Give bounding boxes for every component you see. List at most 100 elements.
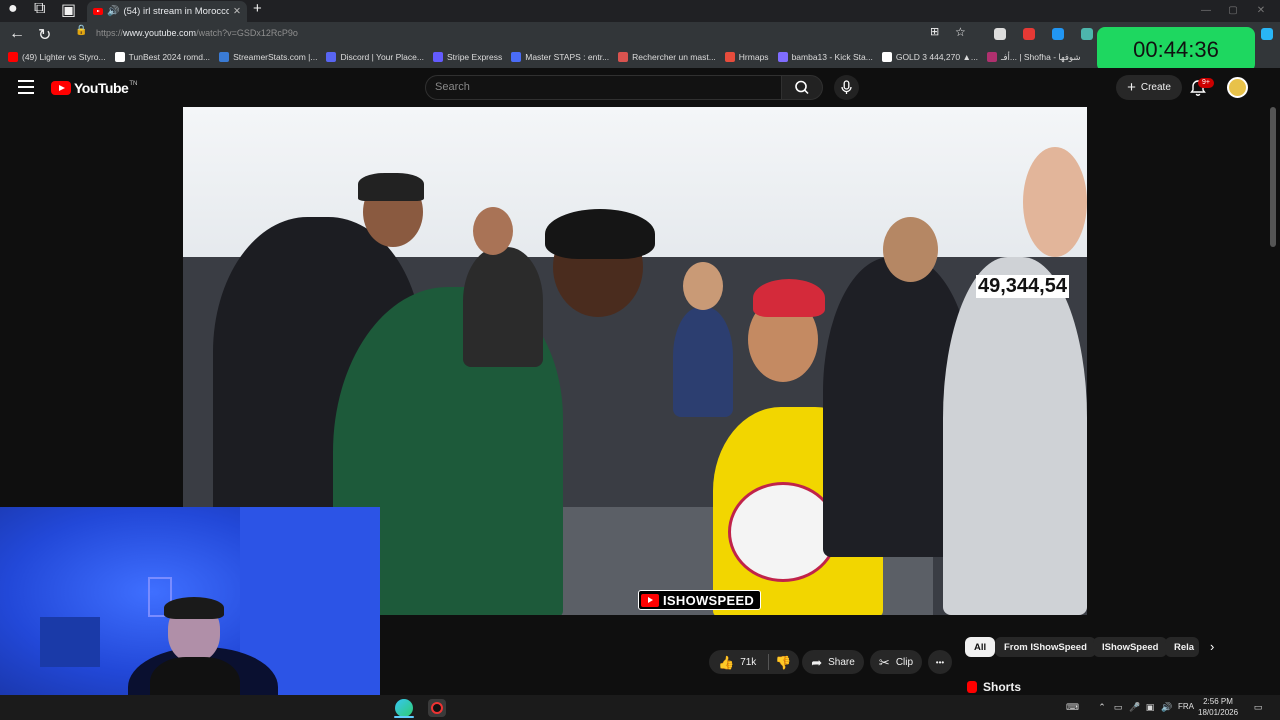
bookmark-favicon-icon (114, 52, 125, 62)
bookmark-item[interactable]: TunBest 2024 romd... (114, 52, 210, 62)
new-tab-icon[interactable]: + (253, 0, 262, 17)
display-icon[interactable]: ▣ (1145, 702, 1155, 712)
youtube-favicon-icon (93, 8, 103, 15)
share-label: Share (828, 656, 855, 668)
bookmark-item[interactable]: Master STAPS : entr... (511, 52, 609, 62)
bookmark-favicon-icon (777, 52, 788, 62)
tab-youtube[interactable]: 🔊 (54) irl stream in Morocco ✕ (87, 1, 247, 22)
bookmark-item[interactable]: Discord | Your Place... (326, 52, 424, 62)
minimize-icon[interactable]: — (1199, 4, 1213, 18)
bookmark-favicon-icon (511, 52, 522, 62)
bookmark-item[interactable]: Rechercher un mast... (618, 52, 716, 62)
extension-icon[interactable] (1081, 28, 1093, 40)
bookmark-item[interactable]: (49) Lighter vs Styro... (8, 52, 106, 62)
chip-all[interactable]: All (965, 637, 996, 657)
thumbs-down-icon[interactable]: 👎 (775, 656, 791, 669)
bookmark-item[interactable]: GOLD 3 444,270 ▲... (881, 52, 978, 62)
active-app-indicator (394, 716, 414, 718)
avatar[interactable] (1227, 77, 1248, 98)
volume-icon[interactable]: 🔊 (1161, 702, 1172, 712)
clip-label: Clip (895, 656, 914, 668)
close-window-icon[interactable]: ✕ (1254, 4, 1268, 18)
create-label: Create (1140, 82, 1171, 93)
video-figure (545, 209, 655, 259)
logo-country-code: TN (129, 81, 138, 87)
maximize-icon[interactable]: ▢ (1226, 4, 1240, 18)
bookmark-label: (49) Lighter vs Styro... (22, 52, 106, 62)
plus-icon: + (1127, 78, 1136, 96)
bookmark-favicon-icon (986, 52, 997, 62)
thumbs-up-icon[interactable]: 👍 (718, 656, 734, 669)
like-dislike-group: 👍 71k 👎 (709, 650, 799, 674)
close-tab-icon[interactable]: ✕ (233, 6, 241, 17)
bookmark-item[interactable]: bamba13 - Kick Sta... (777, 52, 873, 62)
shorts-section-heading: Shorts (967, 680, 1021, 694)
app-install-icon[interactable]: ⊞ (930, 25, 939, 38)
shorts-label: Shorts (983, 680, 1022, 694)
video-figure (673, 307, 733, 417)
video-figure (473, 207, 513, 255)
webcam-furniture (40, 617, 100, 667)
hamburger-menu-icon[interactable] (18, 80, 34, 94)
bookmark-favicon-icon (618, 52, 629, 62)
chip-channel[interactable]: IShowSpeed (1093, 637, 1168, 657)
video-figure (753, 279, 825, 317)
back-icon[interactable]: ← (9, 25, 25, 43)
network-icon[interactable]: ▭ (1113, 702, 1123, 712)
microphone-icon (841, 80, 852, 94)
like-count[interactable]: 71k (740, 657, 756, 668)
input-indicator-icon[interactable]: ⌨ (1066, 702, 1079, 712)
tab-title: (54) irl stream in Morocco (123, 6, 230, 17)
obs-icon[interactable] (428, 699, 446, 717)
youtube-play-icon (51, 81, 71, 95)
lock-icon[interactable]: 🔒 (75, 25, 87, 36)
logo-text: YouTube (74, 80, 129, 96)
watermark-text: ISHOWSPEED (663, 592, 755, 608)
url-field[interactable]: https://www.youtube.com/watch?v=GSDx12Rc… (96, 28, 298, 38)
chips-next-icon[interactable]: › (1210, 639, 1214, 654)
chip-related[interactable]: Rela (1165, 637, 1199, 657)
system-clock[interactable]: 2:56 PM 18/01/2026 (1198, 696, 1238, 718)
more-actions-button[interactable]: ••• (928, 650, 952, 674)
notification-center-icon[interactable]: ▭ (1253, 702, 1263, 712)
clip-button[interactable]: ✂ Clip (870, 650, 922, 674)
bookmark-label: GOLD 3 444,270 ▲... (895, 52, 978, 62)
search-button[interactable] (781, 75, 823, 100)
workspaces-icon[interactable]: ⧉ (34, 0, 45, 18)
share-button[interactable]: ➦ Share (802, 650, 864, 674)
edge-browser-icon[interactable] (395, 699, 413, 717)
bookmark-item[interactable]: أفـ... | Shofha - شوفها (986, 51, 1081, 63)
extension-icon[interactable] (994, 28, 1006, 40)
bookmark-label: أفـ... | Shofha - شوفها (1000, 51, 1081, 62)
video-figure (358, 173, 424, 201)
microphone-tray-icon[interactable]: 🎤 (1129, 702, 1140, 712)
extension-icon[interactable] (1023, 28, 1035, 40)
bookmark-label: Hrmaps (738, 52, 769, 62)
speaker-icon[interactable]: 🔊 (107, 6, 119, 17)
bookmark-favicon-icon (326, 52, 337, 62)
video-football (728, 482, 838, 582)
create-button[interactable]: + Create (1116, 75, 1182, 100)
reload-icon[interactable]: ↻ (38, 25, 51, 45)
chip-from-channel[interactable]: From IShowSpeed (995, 637, 1096, 657)
extension-icon[interactable] (1052, 28, 1064, 40)
bookmark-star-icon[interactable]: ☆ (955, 25, 966, 39)
tab-actions-icon[interactable]: ▣ (61, 0, 76, 20)
bookmark-item[interactable]: StreamerStats.com |... (219, 52, 317, 62)
search-input[interactable]: Search (425, 75, 782, 100)
voice-search-button[interactable] (834, 75, 859, 100)
bookmark-item[interactable]: Hrmaps (724, 52, 769, 62)
page-scrollbar[interactable] (1270, 107, 1276, 247)
youtube-logo[interactable]: YouTube TN (51, 80, 137, 96)
bookmark-item[interactable]: Stripe Express (432, 52, 502, 62)
taskbar (0, 695, 1280, 720)
bookmark-label: Master STAPS : entr... (525, 52, 610, 62)
extension-icon[interactable] (1261, 28, 1273, 40)
webcam-headset (164, 597, 224, 619)
language-indicator[interactable]: FRA (1178, 702, 1194, 711)
tray-expand-icon[interactable]: ⌃ (1097, 702, 1107, 712)
video-figure (683, 262, 723, 310)
view-counter-overlay: 49,344,54 (976, 275, 1069, 298)
profile-icon[interactable]: ● (8, 0, 18, 18)
stream-timer: 00:44:36 (1097, 27, 1255, 72)
